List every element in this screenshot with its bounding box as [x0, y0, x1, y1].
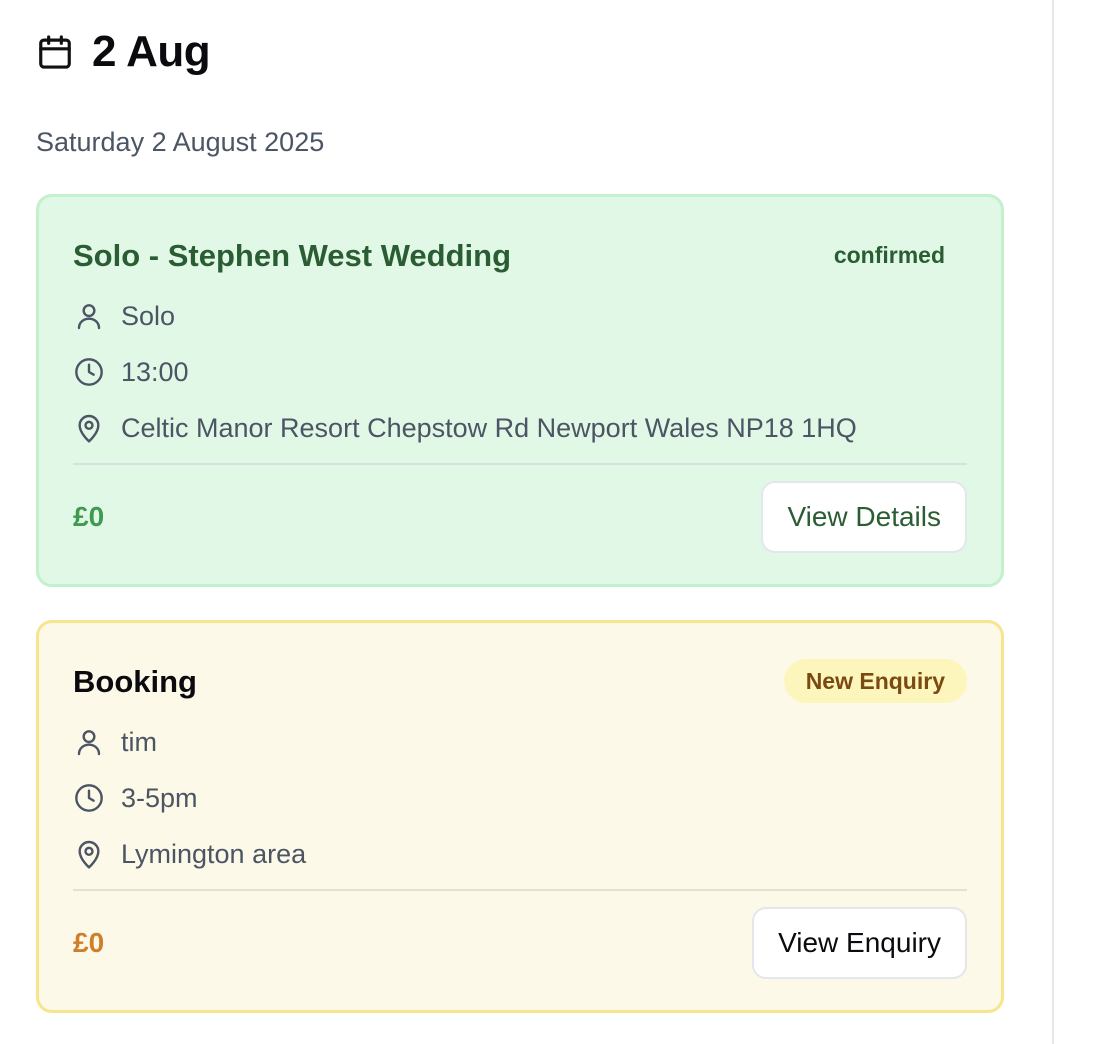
page-title: 2 Aug [92, 27, 211, 76]
event-price: £0 [73, 501, 105, 532]
event-performer: Solo [73, 299, 175, 333]
location-label: Celtic Manor Resort Chepstow Rd Newport … [121, 413, 857, 443]
panel-divider [1052, 0, 1054, 1044]
view-enquiry-button[interactable]: View Enquiry [752, 907, 967, 979]
location-label: Lymington area [121, 839, 307, 869]
performer-label: Solo [121, 301, 176, 331]
event-price: £0 [73, 927, 105, 958]
time-label: 13:00 [121, 357, 189, 387]
status-badge: New Enquiry [783, 659, 967, 703]
status-badge: confirmed [833, 242, 945, 268]
full-date: Saturday 2 August 2025 [36, 127, 325, 157]
event-card[interactable]: Solo - Stephen West Wedding confirmed So… [36, 194, 1004, 587]
enquiry-card[interactable]: Booking New Enquiry tim 3-5pm Lymington … [36, 620, 1004, 1013]
event-location: Celtic Manor Resort Chepstow Rd Newport … [73, 411, 857, 445]
user-icon [77, 730, 101, 756]
clock-icon [75, 358, 103, 386]
event-time: 3-5pm [73, 781, 198, 815]
event-title: Solo - Stephen West Wedding [73, 238, 512, 273]
map-pin-icon [78, 414, 100, 443]
event-location: Lymington area [73, 837, 306, 871]
card-divider [73, 889, 967, 891]
time-label: 3-5pm [121, 783, 198, 813]
event-performer: tim [73, 725, 157, 759]
calendar-icon [39, 35, 71, 69]
card-divider [73, 463, 967, 465]
clock-icon [75, 784, 103, 812]
performer-label: tim [121, 727, 157, 757]
event-title: Booking [73, 664, 197, 699]
event-time: 13:00 [73, 355, 189, 389]
view-details-button[interactable]: View Details [761, 481, 967, 553]
user-icon [77, 304, 101, 330]
day-header: 2 Aug [36, 27, 211, 76]
map-pin-icon [78, 840, 100, 869]
